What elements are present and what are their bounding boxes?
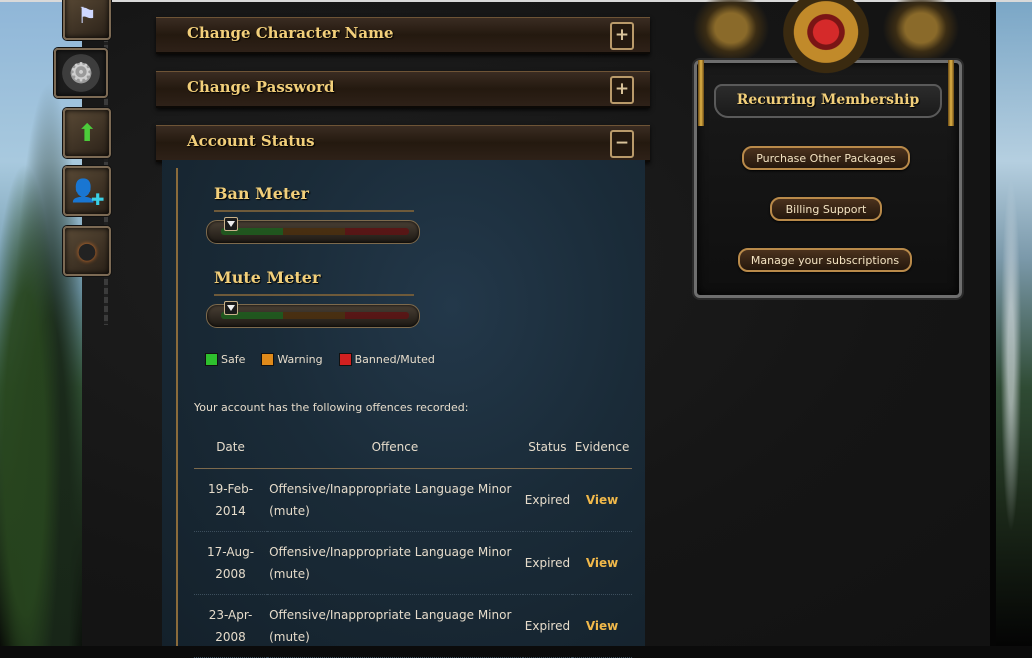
offence-description: Offensive/Inappropriate Language Minor (… <box>267 531 523 595</box>
meter-divider <box>214 210 414 212</box>
manage-subscriptions-button[interactable]: Manage your subscriptions <box>738 248 912 272</box>
ban-meter <box>206 217 420 244</box>
offence-status: Expired <box>522 531 573 595</box>
change-password-section[interactable]: Change Password + <box>156 71 650 108</box>
view-evidence-link[interactable]: View <box>586 619 618 633</box>
meter-divider <box>214 294 414 296</box>
mute-meter-title: Mute Meter <box>214 268 321 287</box>
legend-warning: Warning <box>261 353 323 366</box>
legend-safe: Safe <box>205 353 245 366</box>
meter-legend: Safe Warning Banned/Muted <box>205 353 435 366</box>
legend-label: Safe <box>221 353 246 366</box>
account-status-section[interactable]: Account Status − <box>156 125 650 162</box>
membership-banner: Recurring Membership <box>714 84 942 118</box>
purchase-packages-button[interactable]: Purchase Other Packages <box>742 146 910 170</box>
ban-meter-title: Ban Meter <box>214 184 309 203</box>
panel-edge <box>990 0 996 646</box>
legend-label: Warning <box>277 353 323 366</box>
meter-track <box>221 312 409 319</box>
view-evidence-link[interactable]: View <box>586 556 618 570</box>
offence-description: Offensive/Inappropriate Language Minor (… <box>267 594 523 658</box>
offences-intro: Your account has the following offences … <box>194 401 469 414</box>
offence-date: 23-Apr-2008 <box>194 594 268 658</box>
view-evidence-link[interactable]: View <box>586 493 618 507</box>
banner-icon[interactable]: ⚑ <box>63 0 111 40</box>
legend-label: Banned/Muted <box>354 353 435 366</box>
level-up-icon[interactable]: ⬆ <box>63 108 111 158</box>
bomb-icon[interactable]: ● <box>63 226 111 276</box>
offence-description: Offensive/Inappropriate Language Minor (… <box>267 468 523 532</box>
billing-support-button[interactable]: Billing Support <box>770 197 882 221</box>
frame-post-right <box>948 60 954 126</box>
column-header-evidence: Evidence <box>572 432 632 469</box>
section-title: Change Character Name <box>187 24 394 42</box>
legend-banned: Banned/Muted <box>338 353 435 366</box>
gear-icon[interactable]: ⚙ <box>54 48 108 98</box>
offence-status: Expired <box>522 594 573 658</box>
column-header-date: Date <box>194 432 268 469</box>
offence-status: Expired <box>522 468 573 532</box>
membership-panel: Recurring Membership Purchase Other Pack… <box>676 0 976 305</box>
change-character-name-section[interactable]: Change Character Name + <box>156 17 650 54</box>
add-friend-icon[interactable]: 👤 ✚ <box>63 166 111 216</box>
meter-track <box>221 228 409 235</box>
section-title: Account Status <box>187 132 315 150</box>
body-edge <box>176 168 178 646</box>
account-status-body: Ban Meter Mute Meter Safe Warning Banned… <box>162 160 645 658</box>
membership-title: Recurring Membership <box>736 92 920 108</box>
expand-icon[interactable]: + <box>610 22 634 50</box>
mute-meter <box>206 301 420 328</box>
ban-meter-marker <box>224 217 239 231</box>
collapse-icon[interactable]: − <box>610 130 634 158</box>
table-row: 23-Apr-2008 Offensive/Inappropriate Lang… <box>194 594 632 658</box>
offence-date: 17-Aug-2008 <box>194 531 268 595</box>
section-title: Change Password <box>187 78 335 96</box>
frame-post-left <box>698 60 704 126</box>
expand-icon[interactable]: + <box>610 76 634 104</box>
mute-meter-marker <box>224 301 239 315</box>
swatch-banned <box>338 353 352 366</box>
offences-table: Date Offence Status Evidence 19-Feb-2014… <box>194 432 632 658</box>
background-scenery-right <box>990 0 1032 646</box>
column-header-offence: Offence <box>267 432 523 469</box>
table-row: 19-Feb-2014 Offensive/Inappropriate Lang… <box>194 468 632 532</box>
column-header-status: Status <box>522 432 573 469</box>
swatch-safe <box>205 353 218 366</box>
table-row: 17-Aug-2008 Offensive/Inappropriate Lang… <box>194 531 632 595</box>
offence-date: 19-Feb-2014 <box>194 468 268 532</box>
swatch-warning <box>261 353 275 366</box>
shield-crest-icon <box>776 0 876 80</box>
